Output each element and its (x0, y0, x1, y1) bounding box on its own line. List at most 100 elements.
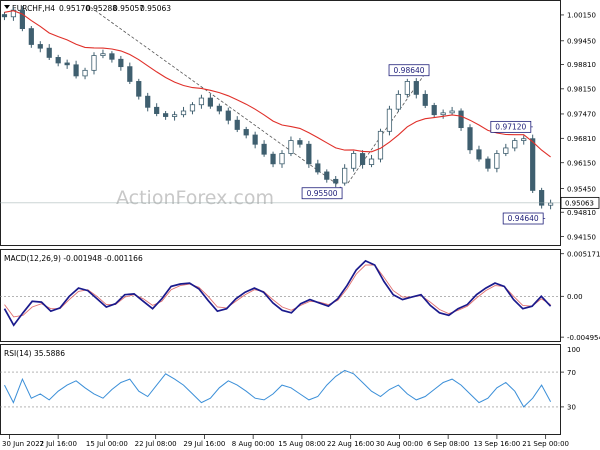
candle-body (91, 55, 97, 71)
annotation-label: 0.97120 (495, 123, 526, 132)
candle-body (64, 62, 70, 66)
candle-body (145, 95, 151, 108)
candle-body (216, 105, 222, 112)
y-tick-label: 0.94810 (567, 209, 596, 217)
candle-body (359, 153, 366, 165)
candle-body (46, 47, 52, 58)
x-tick-label: 21 Sep 00:00 (522, 440, 569, 448)
candle-body (431, 105, 437, 116)
candle-body (100, 53, 106, 56)
y-tick-label: -0.004954 (567, 334, 600, 342)
candle-body (171, 114, 178, 117)
candle-body (136, 81, 142, 97)
x-tick-label: 22 Aug 16:00 (327, 440, 374, 448)
candle-body (207, 97, 213, 107)
candle-body (154, 106, 160, 114)
price-panel-frame (0, 0, 561, 246)
y-tick-label: 0.005171 (567, 250, 600, 258)
candle-body (28, 28, 34, 45)
candle-body (234, 119, 240, 130)
candle-body (530, 138, 536, 191)
price-header: EURCHF,H4 0.95170 0.95288 0.95057 0.9506… (4, 4, 171, 13)
y-tick-label: 70 (567, 369, 576, 377)
candle-body (413, 81, 419, 95)
candle-body (127, 66, 133, 82)
close-value: 0.95063 (140, 4, 171, 13)
x-tick-label: 15 Jul 00:00 (86, 440, 128, 448)
x-tick-label: 30 Jun 2022 (2, 440, 44, 448)
annotation-label: 0.95500 (307, 189, 338, 198)
candle-body (386, 108, 393, 132)
y-tick-label: 0.99450 (567, 37, 596, 45)
x-tick-label: 22 Jul 08:00 (135, 440, 177, 448)
candle-body (82, 69, 88, 77)
candle-body (368, 158, 375, 165)
chart-svg: ActionForex.com EURCHF,H4 0.95170 0.9528… (0, 0, 600, 448)
candle-body (288, 140, 294, 154)
y-tick-label: 0.94150 (567, 233, 596, 241)
candle-body (521, 138, 527, 141)
candle-body (485, 158, 491, 169)
symbol-label: EURCHF,H4 (12, 4, 55, 13)
candle-body (163, 113, 169, 117)
candle-body (324, 171, 330, 180)
candle-body (270, 153, 276, 165)
candle-body (449, 110, 455, 114)
y-tick-label: 0.97470 (567, 111, 596, 119)
x-tick-label: 13 Sep 16:00 (474, 440, 521, 448)
candle-body (118, 58, 124, 68)
candle-body (109, 53, 115, 60)
chart-window: ActionForex.com EURCHF,H4 0.95170 0.9528… (0, 0, 600, 450)
candle-body (467, 127, 473, 151)
macd-title: MACD(12,26,9) -0.001948 -0.001166 (4, 254, 143, 263)
x-tick-label: 6 Sep 08:00 (427, 440, 469, 448)
watermark: ActionForex.com (116, 187, 274, 209)
y-tick-label: 30 (567, 404, 576, 412)
candle-body (342, 167, 348, 184)
rsi-panel-frame (0, 344, 561, 435)
candle-body (189, 104, 196, 112)
y-tick-label: 0.95450 (567, 185, 596, 193)
candle-body (512, 140, 518, 149)
y-tick-label: 0.00 (567, 293, 583, 301)
x-tick-label: 15 Aug 08:00 (278, 440, 325, 448)
annotation-label: 0.94640 (508, 214, 539, 223)
candle-body (225, 110, 231, 121)
candle-body (19, 9, 25, 30)
candle-body (252, 134, 258, 145)
candle-body (243, 129, 249, 136)
candle-body (503, 147, 509, 154)
candle-body (55, 57, 61, 64)
candle-body (37, 44, 43, 49)
rsi-title: RSI(14) 35.5886 (4, 349, 65, 358)
candle-body (404, 81, 410, 95)
x-tick-label: 8 Aug 00:00 (232, 440, 275, 448)
candle-body (306, 143, 312, 165)
candle-body (422, 93, 428, 106)
candle-body (279, 153, 285, 165)
candle-body (351, 153, 357, 169)
x-tick-label: 7 Jul 16:00 (39, 440, 77, 448)
candle-body (73, 64, 79, 77)
candle-body (377, 130, 384, 160)
candle-body (440, 112, 446, 116)
y-tick-label: 0.96150 (567, 159, 596, 167)
y-tick-label: 1.00150 (567, 12, 596, 20)
x-tick-label: 29 Jul 16:00 (183, 440, 225, 448)
y-tick-label: 100 (567, 346, 580, 354)
y-tick-label: 0.98810 (567, 61, 596, 69)
y-tick-label: 0.96810 (567, 135, 596, 143)
candle-body (315, 163, 321, 173)
candle-body (458, 110, 464, 129)
candle-body (180, 110, 187, 116)
x-tick-label: 30 Aug 00:00 (376, 440, 423, 448)
candle-body (476, 149, 482, 160)
candle-body (494, 153, 500, 169)
annotation-label: 0.98640 (394, 66, 425, 75)
current-price-label: 0.95063 (565, 200, 594, 208)
candle-body (297, 140, 303, 145)
candle-body (547, 202, 554, 206)
candle-body (1, 14, 8, 18)
y-tick-label: 0.98150 (567, 86, 596, 94)
candle-body (333, 178, 339, 184)
